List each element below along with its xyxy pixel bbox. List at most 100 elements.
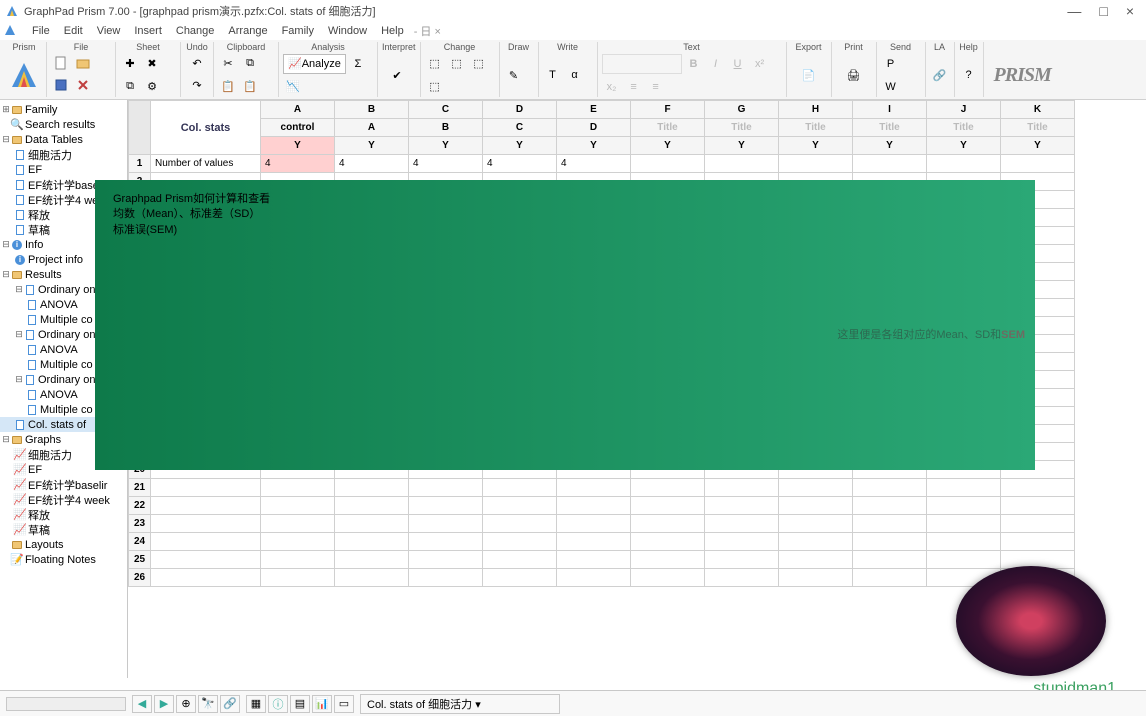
text-icon[interactable]: T [543, 65, 563, 85]
cell[interactable] [483, 533, 557, 551]
cell[interactable]: Y [261, 137, 335, 155]
open-icon[interactable] [73, 53, 93, 73]
nav-zoom-icon[interactable]: ⊕ [176, 695, 196, 713]
cell[interactable]: Title [705, 119, 779, 137]
cell[interactable] [927, 155, 1001, 173]
cell[interactable] [631, 497, 705, 515]
cell[interactable]: 26 [129, 569, 151, 587]
cell[interactable] [779, 515, 853, 533]
cell[interactable] [853, 569, 927, 587]
prism-icon[interactable] [6, 57, 42, 93]
nav-prev-icon[interactable]: ▶ [154, 695, 174, 713]
symbol-icon[interactable]: α [565, 65, 585, 85]
paste-special-icon[interactable]: 📋 [240, 77, 260, 97]
cell[interactable] [261, 569, 335, 587]
cell[interactable]: Y [335, 137, 409, 155]
analyze-button[interactable]: 📈 Analyze [283, 54, 346, 74]
menu-family[interactable]: Family [276, 24, 320, 38]
cell[interactable] [927, 533, 1001, 551]
cell[interactable]: F [631, 101, 705, 119]
new-icon[interactable] [51, 53, 71, 73]
cell[interactable] [705, 497, 779, 515]
italic-icon[interactable]: I [706, 54, 726, 74]
cut-icon[interactable]: ✂ [218, 54, 238, 74]
cell[interactable] [483, 569, 557, 587]
cell[interactable] [779, 497, 853, 515]
cell[interactable] [335, 497, 409, 515]
menu-help[interactable]: Help [375, 24, 410, 38]
cell[interactable] [409, 551, 483, 569]
cell[interactable] [631, 479, 705, 497]
nav-binoc-icon[interactable]: 🔭 [198, 695, 218, 713]
nav-gr-item[interactable]: 📈释放 [0, 507, 127, 522]
cell[interactable] [409, 533, 483, 551]
tab-data-icon[interactable]: ▦ [246, 695, 266, 713]
cell[interactable] [705, 551, 779, 569]
nav-first-icon[interactable]: ◀ [132, 695, 152, 713]
cell[interactable] [1001, 533, 1075, 551]
paste-icon[interactable]: 📋 [218, 77, 238, 97]
font-select[interactable] [602, 54, 682, 74]
cell[interactable] [705, 533, 779, 551]
align-left-icon[interactable]: ≡ [624, 77, 644, 97]
tab-graph-icon[interactable]: 📊 [312, 695, 332, 713]
menu-window[interactable]: Window [322, 24, 373, 38]
cell[interactable]: E [557, 101, 631, 119]
print-icon[interactable]: 🖨 [836, 57, 872, 93]
cell[interactable]: Title [779, 119, 853, 137]
cell[interactable]: H [779, 101, 853, 119]
cell[interactable] [557, 497, 631, 515]
menu-edit[interactable]: Edit [58, 24, 89, 38]
super-icon[interactable]: x² [750, 54, 770, 74]
cell[interactable] [705, 515, 779, 533]
cell[interactable] [261, 533, 335, 551]
cell[interactable] [151, 479, 261, 497]
cell[interactable] [557, 515, 631, 533]
underline-icon[interactable]: U [728, 54, 748, 74]
cell[interactable]: Title [631, 119, 705, 137]
cell[interactable]: J [927, 101, 1001, 119]
cell[interactable] [409, 479, 483, 497]
cell[interactable]: Y [927, 137, 1001, 155]
copy-icon[interactable]: ⧉ [240, 54, 260, 74]
dup-sheet-icon[interactable]: ⧉ [120, 77, 140, 97]
cell[interactable]: 4 [557, 155, 631, 173]
nav-floating[interactable]: 📝Floating Notes [0, 552, 127, 567]
mdi-child-controls[interactable]: - 日 × [414, 23, 449, 39]
cell[interactable] [631, 551, 705, 569]
change4-icon[interactable]: ⬚ [425, 77, 445, 97]
cell[interactable]: 4 [409, 155, 483, 173]
cell[interactable]: Number of values [151, 155, 261, 173]
cell[interactable]: I [853, 101, 927, 119]
cell[interactable] [853, 497, 927, 515]
cell[interactable]: B [335, 101, 409, 119]
cell[interactable]: A [261, 101, 335, 119]
cell[interactable]: control [261, 119, 335, 137]
cell[interactable]: D [557, 119, 631, 137]
sheet-selector[interactable]: Col. stats of 细胞活力 ▾ [360, 694, 560, 714]
cell[interactable]: Y [409, 137, 483, 155]
close-button[interactable]: × [1126, 3, 1134, 19]
cell[interactable] [779, 569, 853, 587]
cell[interactable]: 4 [483, 155, 557, 173]
cell[interactable]: Y [631, 137, 705, 155]
cell[interactable]: Col. stats [151, 101, 261, 155]
cell[interactable]: B [409, 119, 483, 137]
cell[interactable] [409, 497, 483, 515]
save-icon[interactable] [51, 75, 71, 95]
menu-view[interactable]: View [91, 24, 127, 38]
cell[interactable] [129, 101, 151, 155]
redo-icon[interactable]: ↷ [187, 75, 207, 95]
cell[interactable]: Y [483, 137, 557, 155]
help-icon[interactable]: ? [959, 65, 979, 85]
cell[interactable] [779, 533, 853, 551]
close-file-icon[interactable] [73, 75, 93, 95]
cell[interactable]: 21 [129, 479, 151, 497]
cell[interactable] [705, 479, 779, 497]
nav-dt-item[interactable]: 细胞活力 [0, 147, 127, 162]
cell[interactable] [151, 515, 261, 533]
cell[interactable] [927, 515, 1001, 533]
cell[interactable] [557, 533, 631, 551]
cell[interactable]: D [483, 101, 557, 119]
cell[interactable] [261, 515, 335, 533]
